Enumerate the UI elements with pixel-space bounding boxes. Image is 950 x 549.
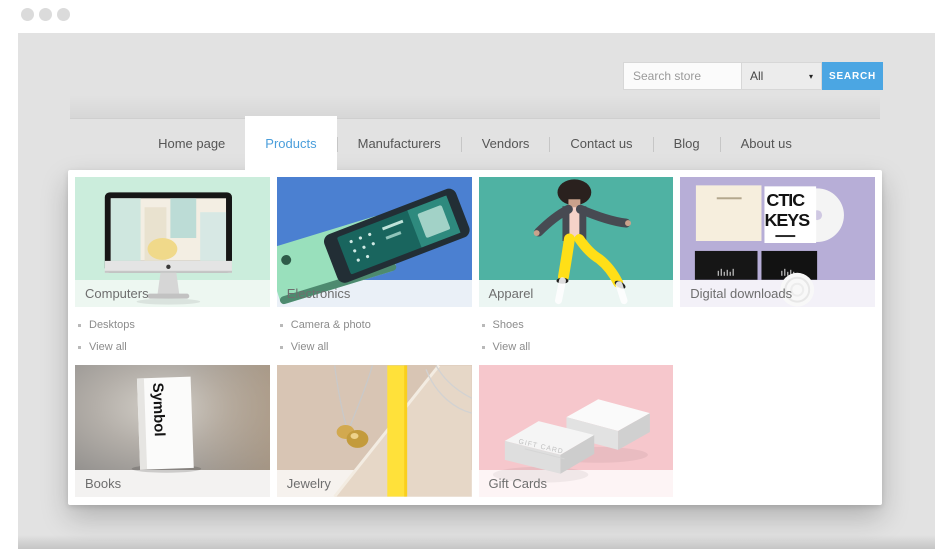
search-category-value: All (750, 69, 763, 83)
storefront-page: All ▾ SEARCH Home page Products Manufact… (18, 33, 935, 549)
tile-image-computers (75, 177, 270, 280)
tile-strip: Books (75, 470, 270, 497)
search-category-select[interactable]: All ▾ (742, 62, 822, 90)
tile-strip: Gift Cards (479, 470, 674, 497)
sublinks-electronics: Camera & photo View all (277, 307, 472, 365)
main-nav: Home page Products Manufacturers Vendors… (70, 118, 880, 170)
tile-image-electronics (277, 177, 472, 280)
bullet-icon (280, 346, 283, 349)
bullet-icon (78, 346, 81, 349)
nav-item-about-us[interactable]: About us (721, 118, 812, 170)
category-tile-computers[interactable]: Computers (75, 177, 270, 307)
tile-image-books (75, 365, 270, 470)
chevron-down-icon: ▾ (809, 72, 813, 81)
sublink-camera-photo[interactable]: Camera & photo (280, 319, 470, 331)
sublink-desktops[interactable]: Desktops (78, 319, 268, 331)
products-mega-menu: Computers (68, 170, 882, 505)
window-control-dot[interactable] (21, 8, 34, 21)
category-label-digital-downloads[interactable]: Digital downloads (690, 286, 792, 301)
window-control-dot[interactable] (57, 8, 70, 21)
tile-strip: Digital downloads (680, 280, 875, 307)
tile-strip: Jewelry (277, 470, 472, 497)
tile-image-apparel (479, 177, 674, 280)
sublinks-apparel: Shoes View all (479, 307, 674, 365)
nav-item-blog[interactable]: Blog (654, 118, 720, 170)
category-tile-books[interactable]: Symbol Books (75, 365, 270, 497)
sublink-view-all-apparel[interactable]: View all (482, 341, 672, 353)
tile-strip: Electronics (277, 280, 472, 307)
nav-item-products[interactable]: Products (245, 116, 336, 170)
search-input[interactable] (623, 62, 742, 90)
tile-strip: Computers (75, 280, 270, 307)
category-label-computers[interactable]: Computers (85, 286, 149, 301)
tile-image-jewelry (277, 365, 472, 470)
sublinks-computers: Desktops View all (75, 307, 270, 365)
tile-image-digital-downloads (680, 177, 875, 280)
category-label-jewelry[interactable]: Jewelry (287, 476, 331, 491)
bullet-icon (482, 346, 485, 349)
category-label-gift-cards[interactable]: Gift Cards (489, 476, 548, 491)
category-label-apparel[interactable]: Apparel (489, 286, 534, 301)
nav-item-vendors[interactable]: Vendors (462, 118, 550, 170)
bullet-icon (280, 324, 283, 327)
category-tile-jewelry[interactable]: Jewelry (277, 365, 472, 497)
sublink-view-all-electronics[interactable]: View all (280, 341, 470, 353)
window-control-dot[interactable] (39, 8, 52, 21)
tile-image-gift-cards (479, 365, 674, 470)
nav-item-manufacturers[interactable]: Manufacturers (338, 118, 461, 170)
category-label-electronics[interactable]: Electronics (287, 286, 351, 301)
sublink-shoes[interactable]: Shoes (482, 319, 672, 331)
category-tile-apparel[interactable]: Apparel (479, 177, 674, 307)
window-titlebar (0, 0, 950, 33)
bullet-icon (482, 324, 485, 327)
sublink-view-all-computers[interactable]: View all (78, 341, 268, 353)
tile-strip: Apparel (479, 280, 674, 307)
nav-top-shadow (70, 95, 880, 118)
category-label-books[interactable]: Books (85, 476, 121, 491)
category-tile-digital-downloads[interactable]: CTIC KEYS (680, 177, 875, 307)
search-button[interactable]: SEARCH (822, 62, 883, 90)
bullet-icon (78, 324, 81, 327)
nav-item-contact-us[interactable]: Contact us (550, 118, 652, 170)
browser-mockup: All ▾ SEARCH Home page Products Manufact… (0, 0, 950, 549)
nav-item-home-page[interactable]: Home page (138, 118, 245, 170)
category-tile-gift-cards[interactable]: GIFT CARD Gift Cards (479, 365, 674, 497)
category-tile-electronics[interactable]: Electronics (277, 177, 472, 307)
